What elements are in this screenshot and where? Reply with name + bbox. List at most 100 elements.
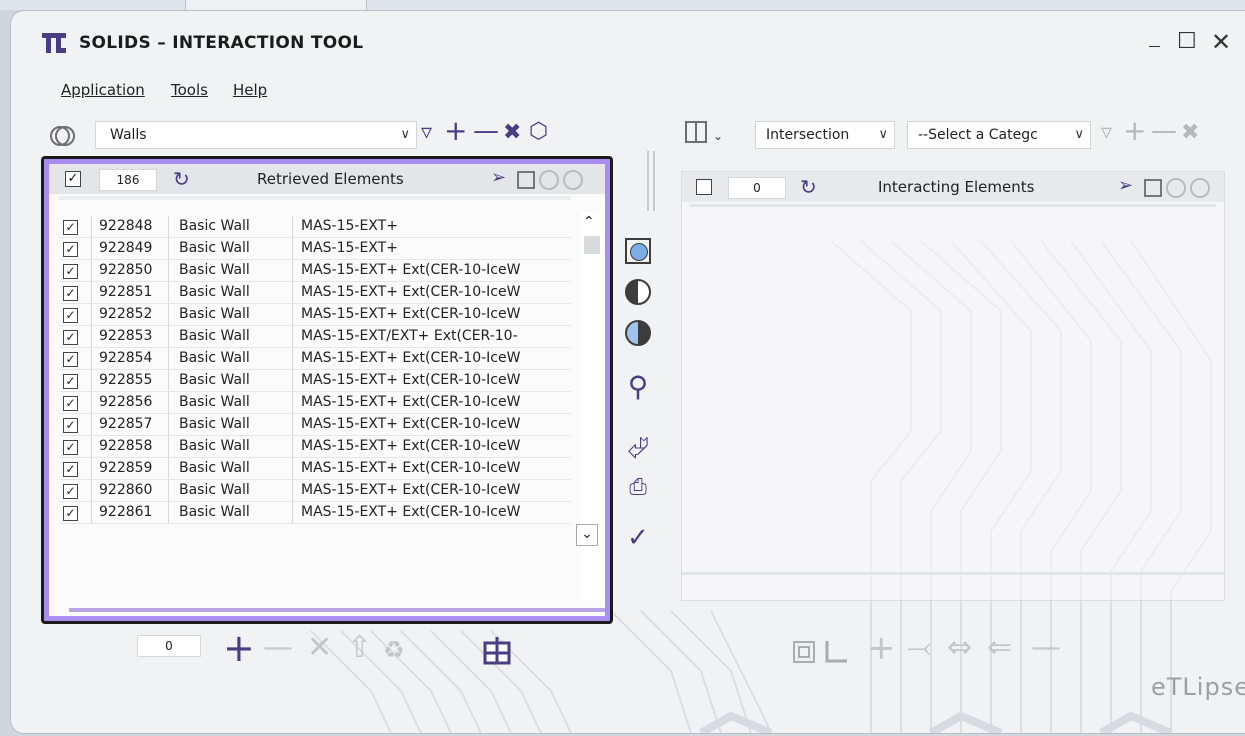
circle-mode-icon[interactable] xyxy=(539,170,559,190)
row-id: 922851 xyxy=(91,282,169,303)
scroll-thumb[interactable] xyxy=(584,236,600,254)
category-filter-icon[interactable] xyxy=(49,123,75,149)
table-row[interactable]: ✓ 922857 Basic Wall MAS-15-EXT+ Ext(CER-… xyxy=(59,414,571,436)
remove-icon[interactable]: — xyxy=(473,118,499,144)
scroll-down-icon[interactable]: ⌄ xyxy=(576,524,598,546)
row-type: MAS-15-EXT+ Ext(CER-10-IceW xyxy=(301,482,521,498)
corner-icon[interactable] xyxy=(823,639,851,665)
split-view-icon[interactable] xyxy=(685,121,707,143)
row-id: 922848 xyxy=(91,216,169,237)
row-type: MAS-15-EXT+ Ext(CER-10-IceW xyxy=(301,504,521,520)
table-row[interactable]: ✓ 922852 Basic Wall MAS-15-EXT+ Ext(CER-… xyxy=(59,304,571,326)
add-arrow-icon[interactable]: ⤙ xyxy=(907,633,931,663)
solid-mode-icon[interactable] xyxy=(1144,179,1162,197)
row-family: Basic Wall xyxy=(169,348,293,369)
category-select-right[interactable]: --Select a Categc ∨ xyxy=(907,121,1091,149)
table-row[interactable]: ✓ 922859 Basic Wall MAS-15-EXT+ Ext(CER-… xyxy=(59,458,571,480)
row-family: Basic Wall xyxy=(169,326,293,347)
menu-tools[interactable]: Tools xyxy=(171,81,208,99)
half-circle-mode-icon[interactable] xyxy=(563,170,583,190)
close-icon[interactable]: ✕ xyxy=(1211,28,1231,56)
zoom-icon[interactable]: ⚲ xyxy=(623,372,653,402)
lock-icon[interactable]: ♻ xyxy=(383,635,405,665)
chevron-down-icon: ∨ xyxy=(400,127,410,142)
row-id: 922849 xyxy=(91,238,169,259)
row-family: Basic Wall xyxy=(169,304,293,325)
horizontal-scrollbar[interactable] xyxy=(682,572,1224,575)
brand-watermark: eTLipse xyxy=(1151,673,1245,701)
circle-mode-icon[interactable] xyxy=(1166,178,1186,198)
grid-icon[interactable] xyxy=(481,637,513,665)
split-view-dropdown-icon[interactable]: ⌄ xyxy=(713,129,723,143)
remove-icon[interactable]: — xyxy=(263,633,293,663)
return-icon[interactable]: ⮰ xyxy=(623,433,653,463)
table-row[interactable]: ✓ 922861 Basic Wall MAS-15-EXT+ Ext(CER-… xyxy=(59,502,571,524)
refresh-icon[interactable]: ↻ xyxy=(173,167,190,191)
add-icon[interactable]: + xyxy=(1123,117,1146,145)
row-id: 922850 xyxy=(91,260,169,281)
row-type: MAS-15-EXT+ Ext(CER-10-IceW xyxy=(301,438,521,454)
pick-elements-icon[interactable]: ➢ xyxy=(491,167,506,188)
table-row[interactable]: ✓ 922848 Basic Wall MAS-15-EXT+ xyxy=(59,216,571,238)
transfer-icon[interactable]: ⎙ xyxy=(623,473,653,503)
table-row[interactable]: ✓ 922851 Basic Wall MAS-15-EXT+ Ext(CER-… xyxy=(59,282,571,304)
menu-application[interactable]: Application xyxy=(61,81,145,99)
pick-elements-icon[interactable]: ➢ xyxy=(1118,175,1133,196)
half-solid-left-icon[interactable] xyxy=(623,277,653,307)
row-type: MAS-15-EXT+ Ext(CER-10-IceW xyxy=(301,262,521,278)
table-row[interactable]: ✓ 922849 Basic Wall MAS-15-EXT+ xyxy=(59,238,571,260)
minimize-icon[interactable]: ⎯ xyxy=(1149,33,1160,58)
box-select-icon[interactable] xyxy=(791,639,819,665)
mode-select[interactable]: Intersection ∨ xyxy=(755,121,895,149)
deselect-cursor-icon[interactable]: ✓ xyxy=(623,523,653,553)
menu-help[interactable]: Help xyxy=(233,81,267,99)
category-select[interactable]: Walls ∨ xyxy=(95,121,417,149)
solid-mode-icon[interactable] xyxy=(517,171,535,189)
refresh-icon[interactable]: ↻ xyxy=(800,175,817,199)
solid-view-icon[interactable] xyxy=(623,236,653,266)
row-family: Basic Wall xyxy=(169,502,293,523)
filter-icon[interactable]: ▿ xyxy=(1101,121,1112,145)
row-type: MAS-15-EXT+ Ext(CER-10-IceW xyxy=(301,284,521,300)
row-type: MAS-15-EXT+ Ext(CER-10-IceW xyxy=(301,372,521,388)
table-row[interactable]: ✓ 922854 Basic Wall MAS-15-EXT+ Ext(CER-… xyxy=(59,348,571,370)
table-row[interactable]: ✓ 922853 Basic Wall MAS-15-EXT/EXT+ Ext(… xyxy=(59,326,571,348)
divider xyxy=(653,151,655,211)
window-title: SOLIDS – INTERACTION TOOL xyxy=(79,33,364,53)
table-row[interactable]: ✓ 922858 Basic Wall MAS-15-EXT+ Ext(CER-… xyxy=(59,436,571,458)
table-row[interactable]: ✓ 922856 Basic Wall MAS-15-EXT+ Ext(CER-… xyxy=(59,392,571,414)
row-family: Basic Wall xyxy=(169,216,293,237)
remove-icon[interactable]: — xyxy=(1151,118,1177,144)
row-family: Basic Wall xyxy=(169,282,293,303)
move-up-icon[interactable]: ⇧ xyxy=(347,633,372,663)
table-row[interactable]: ✓ 922855 Basic Wall MAS-15-EXT+ Ext(CER-… xyxy=(59,370,571,392)
remove-icon[interactable]: — xyxy=(1031,633,1061,663)
row-type: MAS-15-EXT+ Ext(CER-10-IceW xyxy=(301,460,521,476)
horizontal-scrollbar[interactable] xyxy=(69,608,605,612)
table-row[interactable]: ✓ 922850 Basic Wall MAS-15-EXT+ Ext(CER-… xyxy=(59,260,571,282)
select-all-checkbox[interactable]: ✓ xyxy=(65,171,81,187)
half-solid-right-icon[interactable] xyxy=(623,318,653,348)
scroll-up-icon[interactable]: ⌃ xyxy=(583,214,595,230)
half-circle-mode-icon[interactable] xyxy=(1190,178,1210,198)
select-in-model-icon[interactable]: ⬡ xyxy=(529,120,548,144)
row-id: 922859 xyxy=(91,458,169,479)
row-type: MAS-15-EXT+ Ext(CER-10-IceW xyxy=(301,306,521,322)
swap-icon[interactable]: ⇔ xyxy=(947,633,972,663)
maximize-icon[interactable]: ☐ xyxy=(1177,29,1197,54)
add-icon[interactable]: + xyxy=(223,629,255,667)
retrieved-elements-panel: ✓ 186 ↻ Retrieved Elements ➢ ✓ 922848 Ba… xyxy=(41,156,613,624)
move-back-icon[interactable]: ⇐ xyxy=(987,633,1012,663)
filter-icon[interactable]: ▿ xyxy=(421,121,432,145)
clear-icon[interactable]: ✕ xyxy=(307,633,332,663)
add-icon[interactable]: + xyxy=(867,631,896,665)
clear-icon[interactable]: ✖ xyxy=(503,121,521,145)
main-window: SOLIDS – INTERACTION TOOL ⎯ ☐ ✕ Applicat… xyxy=(10,10,1245,734)
add-icon[interactable]: + xyxy=(444,117,467,145)
select-all-checkbox[interactable] xyxy=(696,179,712,195)
row-id: 922855 xyxy=(91,370,169,391)
table-row[interactable]: ✓ 922860 Basic Wall MAS-15-EXT+ Ext(CER-… xyxy=(59,480,571,502)
panel-header: 0 ↻ Interacting Elements ➢ xyxy=(682,172,1224,202)
app-logo-icon xyxy=(42,33,66,53)
clear-icon[interactable]: ✖ xyxy=(1181,121,1199,145)
